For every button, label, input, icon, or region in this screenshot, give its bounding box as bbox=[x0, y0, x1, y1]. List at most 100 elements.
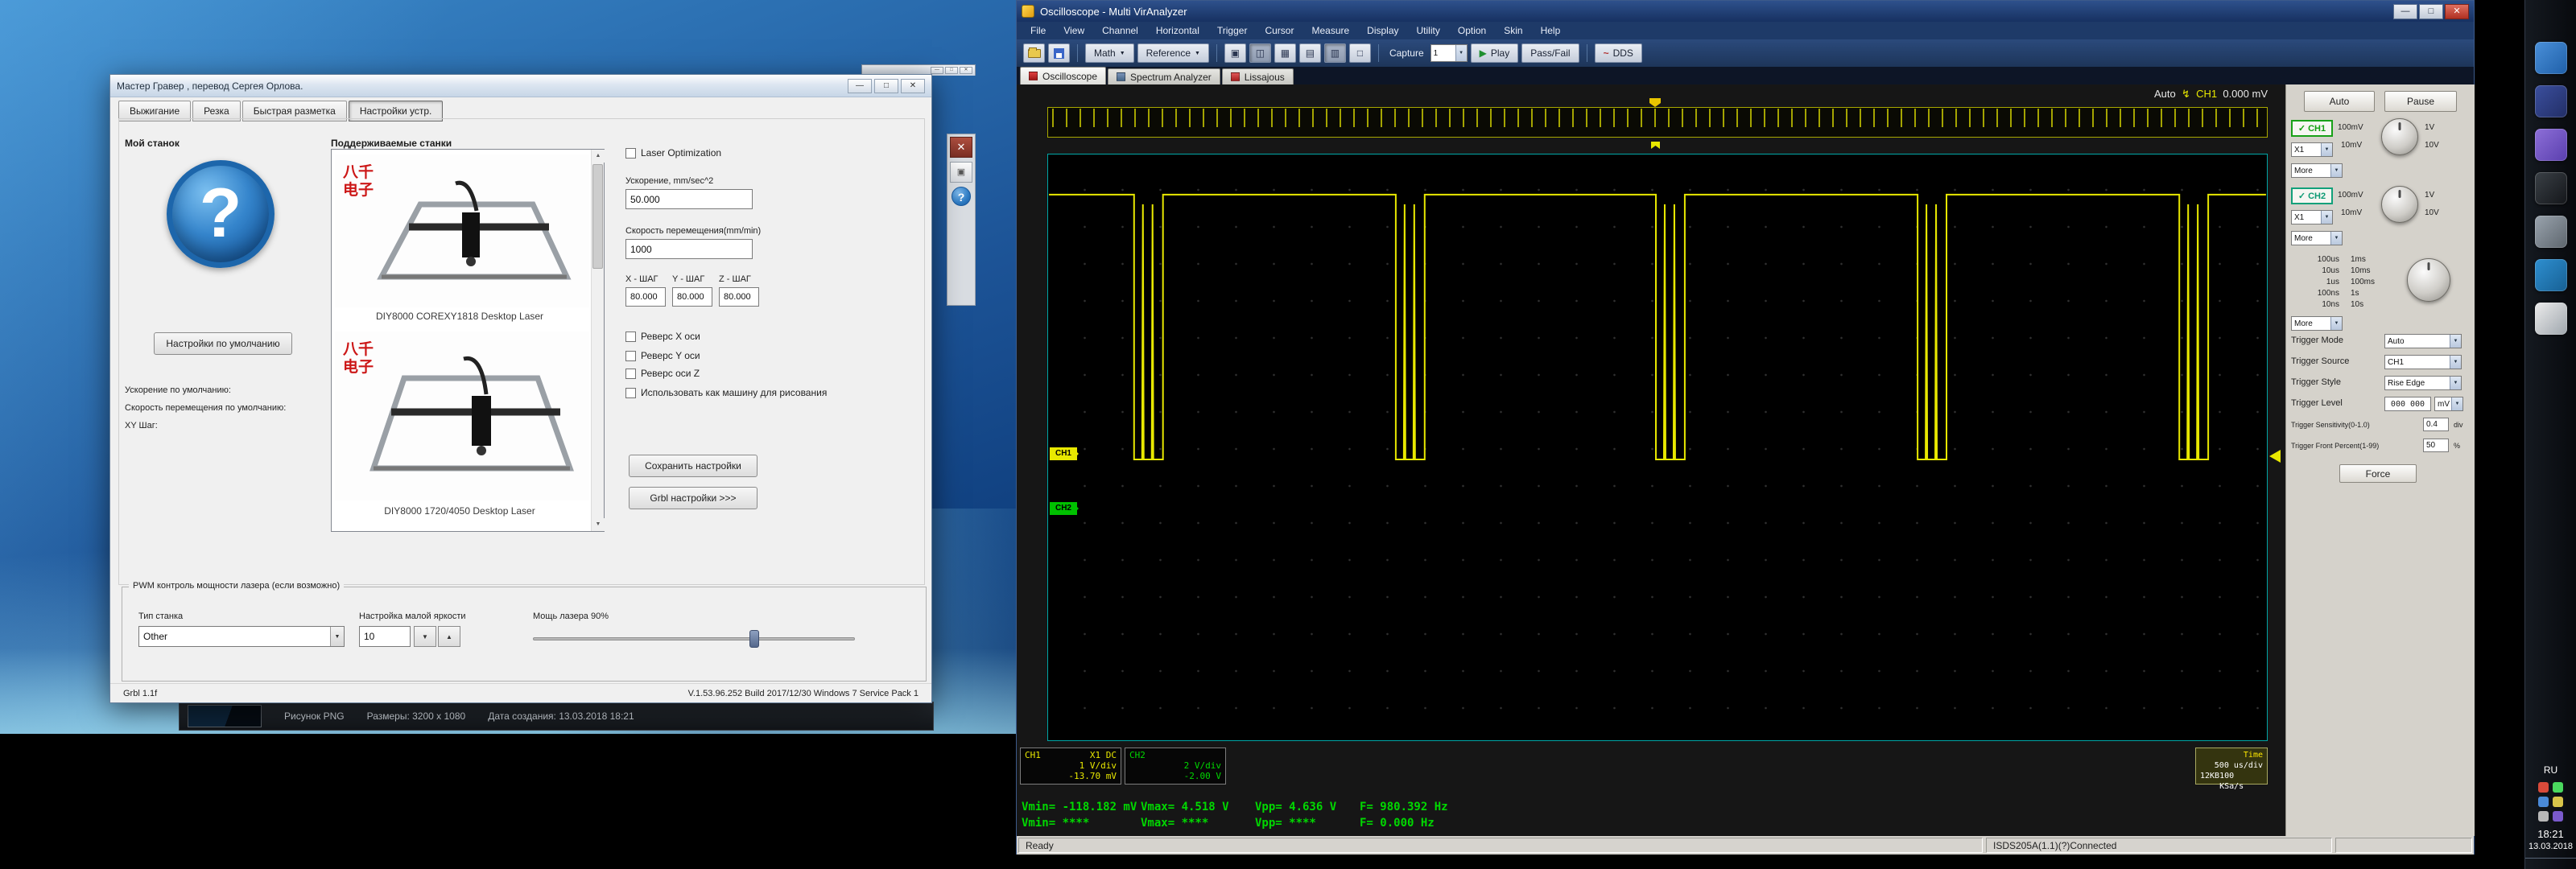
machines-listbox[interactable]: 八千 电子 DIY8000 COREXY1818 Desktop Laser 八… bbox=[331, 149, 605, 532]
machine-image-1[interactable]: 八千 电子 bbox=[335, 154, 589, 307]
ch2-enable-checkbox[interactable]: ✓CH2 bbox=[2291, 187, 2333, 204]
menu-option[interactable]: Option bbox=[1449, 25, 1495, 36]
machine-name-1[interactable]: DIY8000 COREXY1818 Desktop Laser bbox=[332, 311, 588, 322]
chevron-down-icon[interactable]: ▼ bbox=[330, 627, 344, 646]
view-single-button[interactable]: ▣ bbox=[1224, 43, 1246, 63]
reverse-z-checkbox[interactable]: Реверс оси Z bbox=[625, 368, 700, 379]
oscilloscope-titlebar[interactable]: Oscilloscope - Multi VirAnalyzer — □ ✕ bbox=[1017, 1, 2474, 22]
trigger-source-select[interactable]: CH1▼ bbox=[2384, 355, 2462, 369]
menu-help[interactable]: Help bbox=[1532, 25, 1570, 36]
z-step-input[interactable]: 80.000 bbox=[719, 287, 759, 307]
clock-date[interactable]: 13.03.2018 bbox=[2525, 842, 2576, 851]
taskbar-app-icon-3[interactable] bbox=[2535, 129, 2567, 161]
trigger-level-arrow[interactable] bbox=[2263, 450, 2281, 463]
timebase-knob[interactable] bbox=[2407, 258, 2450, 302]
timebase-more-select[interactable]: More▼ bbox=[2291, 316, 2343, 331]
play-button[interactable]: ▶Play bbox=[1471, 43, 1519, 63]
accel-input[interactable]: 50.000 bbox=[625, 189, 753, 209]
ch2-more-select[interactable]: More▼ bbox=[2291, 231, 2343, 245]
brightness-up-button[interactable]: ▲ bbox=[438, 626, 460, 647]
trigger-style-select[interactable]: Rise Edge▼ bbox=[2384, 376, 2462, 390]
brightness-down-button[interactable]: ▼ bbox=[414, 626, 436, 647]
menu-skin[interactable]: Skin bbox=[1495, 25, 1531, 36]
menu-cursor[interactable]: Cursor bbox=[1256, 25, 1302, 36]
menu-utility[interactable]: Utility bbox=[1408, 25, 1449, 36]
parent-close-button[interactable]: ✕ bbox=[960, 67, 972, 74]
taskbar-app-icon-2[interactable] bbox=[2535, 85, 2567, 117]
trigger-time-marker[interactable] bbox=[1651, 142, 1660, 149]
trigger-sensitivity-input[interactable]: 0.4 bbox=[2423, 418, 2449, 431]
taskbar-app-icon-7[interactable] bbox=[2535, 303, 2567, 335]
minimize-button[interactable]: — bbox=[2393, 4, 2417, 19]
menu-file[interactable]: File bbox=[1022, 25, 1055, 36]
taskbar-app-icon-5[interactable] bbox=[2535, 216, 2567, 248]
tray-icon-5[interactable] bbox=[2538, 811, 2549, 822]
close-button[interactable]: ✕ bbox=[901, 79, 925, 93]
tray-icon-3[interactable] bbox=[2538, 797, 2549, 807]
laser-optimization-checkbox[interactable]: Laser Optimization bbox=[625, 147, 721, 159]
menu-horizontal[interactable]: Horizontal bbox=[1147, 25, 1208, 36]
ch1-probe-select[interactable]: X1▼ bbox=[2291, 142, 2333, 157]
machine-type-select[interactable]: Other ▼ bbox=[138, 626, 345, 647]
default-settings-button[interactable]: Настройки по умолчанию bbox=[154, 332, 292, 355]
slider-thumb[interactable] bbox=[749, 630, 759, 648]
close-button[interactable]: ✕ bbox=[2445, 4, 2469, 19]
save-button[interactable] bbox=[1048, 43, 1070, 63]
parent-minimize-button[interactable]: — bbox=[931, 67, 943, 74]
ch2-ground-marker[interactable]: CH2 bbox=[1050, 502, 1077, 515]
view-rows-button[interactable]: ▤ bbox=[1299, 43, 1321, 63]
force-trigger-button[interactable]: Force bbox=[2339, 464, 2417, 483]
panel-nav-button[interactable]: ▣ bbox=[950, 162, 972, 183]
menu-channel[interactable]: Channel bbox=[1093, 25, 1147, 36]
ch2-probe-select[interactable]: X1▼ bbox=[2291, 210, 2333, 224]
taskbar-app-icon-6[interactable] bbox=[2535, 259, 2567, 291]
pause-button[interactable]: Pause bbox=[2384, 91, 2457, 112]
menu-view[interactable]: View bbox=[1055, 25, 1093, 36]
tab-oscilloscope[interactable]: Oscilloscope bbox=[1020, 67, 1106, 84]
ch1-more-select[interactable]: More▼ bbox=[2291, 163, 2343, 178]
waveform-display[interactable]: CH1 CH2 bbox=[1047, 154, 2268, 741]
sample-buffer-preview[interactable] bbox=[1047, 107, 2268, 138]
minimize-button[interactable]: — bbox=[848, 79, 872, 93]
save-settings-button[interactable]: Сохранить настройки bbox=[629, 455, 758, 477]
ch1-volts-knob[interactable] bbox=[2381, 118, 2418, 155]
tab-lissajous[interactable]: Lissajous bbox=[1222, 68, 1294, 84]
parent-maximize-button[interactable]: □ bbox=[945, 67, 958, 74]
trigger-level-display[interactable]: 000 000 bbox=[2384, 397, 2431, 411]
tray-icon-1[interactable] bbox=[2538, 782, 2549, 793]
trigger-front-input[interactable]: 50 bbox=[2423, 439, 2449, 452]
menu-measure[interactable]: Measure bbox=[1302, 25, 1358, 36]
brightness-input[interactable]: 10 bbox=[359, 626, 411, 647]
scrollbar-thumb[interactable] bbox=[592, 164, 603, 269]
reverse-x-checkbox[interactable]: Реверс X оси bbox=[625, 331, 700, 342]
tab-spectrum-analyzer[interactable]: Spectrum Analyzer bbox=[1108, 68, 1220, 84]
trigger-mode-select[interactable]: Auto▼ bbox=[2384, 334, 2462, 348]
grbl-settings-button[interactable]: Grbl настройки >>> bbox=[629, 487, 758, 509]
y-step-input[interactable]: 80.000 bbox=[672, 287, 712, 307]
ch2-volts-knob[interactable] bbox=[2381, 186, 2418, 223]
checkbox-box[interactable] bbox=[625, 148, 636, 159]
speed-input[interactable]: 1000 bbox=[625, 239, 753, 259]
capture-count-select[interactable]: 1▼ bbox=[1430, 44, 1468, 62]
panel-help-button[interactable]: ? bbox=[952, 187, 971, 206]
language-indicator[interactable]: RU bbox=[2525, 764, 2576, 776]
maximize-button[interactable]: □ bbox=[2419, 4, 2443, 19]
panel-close-button[interactable]: ✕ bbox=[950, 137, 972, 158]
taskbar-app-icon-4[interactable] bbox=[2535, 172, 2567, 204]
engraver-titlebar[interactable]: Мастер Гравер , перевод Сергея Орлова. —… bbox=[110, 75, 931, 97]
show-desktop-button[interactable] bbox=[2525, 858, 2576, 869]
clock-time[interactable]: 18:21 bbox=[2525, 828, 2576, 840]
ch1-ground-marker[interactable]: CH1 bbox=[1050, 447, 1077, 460]
view-split-button[interactable]: ◫ bbox=[1249, 43, 1271, 63]
file-thumbnail[interactable] bbox=[188, 705, 262, 727]
maximize-button[interactable]: □ bbox=[874, 79, 898, 93]
tray-icon-2[interactable] bbox=[2553, 782, 2563, 793]
machine-image-2[interactable]: 八千 电子 bbox=[335, 332, 589, 500]
trigger-position-marker[interactable] bbox=[1649, 98, 1661, 107]
listbox-scrollbar[interactable]: ▲ ▼ bbox=[591, 150, 604, 531]
open-file-button[interactable] bbox=[1023, 43, 1045, 63]
auto-button[interactable]: Auto bbox=[2304, 91, 2375, 112]
menu-display[interactable]: Display bbox=[1358, 25, 1407, 36]
trigger-level-unit-select[interactable]: mV▼ bbox=[2434, 397, 2463, 411]
scroll-up-icon[interactable]: ▲ bbox=[592, 150, 605, 163]
